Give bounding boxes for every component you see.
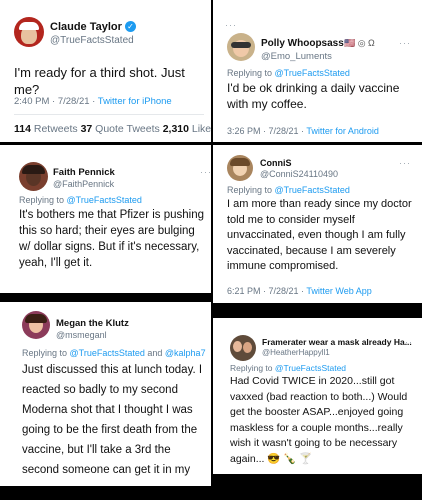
name-emoji-suffix: 🇺🇸 ◎ Ω [344,38,375,48]
replying-to-prefix: Replying to [227,185,275,195]
reply-mention[interactable]: @TrueFactsStated [275,363,346,373]
user-handle[interactable]: @TrueFactsStated [50,35,134,46]
tweet-timestamp[interactable]: 3:26 PM · 7/28/21 · Twitter for Android [227,126,379,136]
tweet-text: Just discussed this at lunch today. I re… [22,364,203,486]
tweet-timestamp[interactable]: 2:40 PM · 7/28/21 · Twitter for iPhone [14,96,172,107]
tweet-stats: 114 Retweets 37 Quote Tweets 2,310 Likes [14,123,211,135]
more-options-icon[interactable]: ··· [401,337,413,347]
verified-badge-icon: ✓ [125,21,136,32]
more-options-icon[interactable]: ··· [200,167,211,177]
user-handle[interactable]: @msmeganl [56,330,107,340]
tweet-text: Had Covid TWICE in 2020...still got vaxx… [230,375,408,465]
timestamp-text[interactable]: 3:26 PM · 7/28/21 · [227,126,306,136]
quote-count[interactable]: 37 [81,123,93,135]
avatar[interactable] [19,162,48,191]
more-options-icon[interactable]: ··· [399,38,411,48]
tweet-card-faith-pennick[interactable]: Faith Pennick ··· @FaithPennick Replying… [0,145,211,293]
reply-mention[interactable]: @TrueFactsStated [275,68,350,78]
tweet-card-framerater[interactable]: Framerater wear a mask already Ha... ···… [213,318,422,474]
replying-to: Replying to @TrueFactsStated [227,68,350,78]
user-handle[interactable]: @ConniS24110490 [260,169,338,179]
like-count[interactable]: 2,310 [163,123,189,135]
tweet-card-claude-taylor[interactable]: Claude Taylor ✓ @TrueFactsStated I'm rea… [0,0,211,142]
replying-to-prefix: Replying to [19,195,67,205]
reply-mention[interactable]: @TrueFactsStated [67,195,142,205]
timestamp-text[interactable]: 6:21 PM · 7/28/21 · [227,286,306,296]
display-name[interactable]: Claude Taylor [50,21,122,33]
display-name[interactable]: ConniS [260,158,292,168]
replying-to: Replying to @TrueFactsStated [19,195,142,205]
client-link[interactable]: Twitter for iPhone [98,96,172,107]
tweet-text: I am more than ready since my doctor tol… [227,198,412,272]
more-options-icon[interactable]: ··· [225,20,237,30]
tweet-text: It's bothers me that Pfizer is pushing t… [19,209,205,269]
avatar[interactable] [22,311,50,339]
avatar[interactable] [14,17,44,47]
display-name[interactable]: Polly Whoopsass [261,38,344,49]
like-label[interactable]: Likes [189,123,211,135]
user-handle[interactable]: @HeatherHappyll1 [262,348,330,357]
timestamp-text[interactable]: 2:40 PM · 7/28/21 · [14,96,98,107]
replying-to: Replying to @TrueFactsStated [230,363,346,373]
reply-mention[interactable]: @TrueFactsStated [70,348,145,358]
replying-to: Replying to @TrueFactsStated and @kalpha… [22,348,206,358]
retweet-label[interactable]: Retweets [31,123,81,135]
reply-mention-2[interactable]: @kalpha7 [165,348,206,358]
tweet-card-connis[interactable]: ConniS ··· @ConniS24110490 Replying to @… [213,145,422,303]
reply-mention[interactable]: @TrueFactsStated [275,185,350,195]
tweet-card-megan[interactable]: Megan the Klutz @msmeganl Replying to @T… [0,302,211,486]
divider [14,114,204,115]
avatar[interactable] [230,335,256,361]
user-handle[interactable]: @Emo_Luments [261,51,332,62]
tweet-text: I'm ready for a third shot. Just me? [14,65,185,97]
user-handle[interactable]: @FaithPennick [53,179,114,189]
tweet-text: I'd be ok drinking a daily vaccine with … [227,81,400,111]
replying-to-prefix: Replying to [230,363,275,373]
replying-to: Replying to @TrueFactsStated [227,185,350,195]
display-name[interactable]: Framerater wear a mask already Ha... [262,337,412,347]
tweet-timestamp[interactable]: 6:21 PM · 7/28/21 · Twitter Web App [227,286,372,296]
tweet-card-polly[interactable]: ··· Polly Whoopsass 🇺🇸 ◎ Ω ··· @Emo_Lume… [213,0,422,142]
display-name[interactable]: Megan the Klutz [56,318,129,329]
more-options-icon[interactable]: ··· [399,158,411,168]
avatar[interactable] [227,33,255,61]
replying-to-prefix: Replying to [227,68,275,78]
client-link[interactable]: Twitter for Android [306,126,379,136]
quote-label[interactable]: Quote Tweets [92,123,162,135]
display-name[interactable]: Faith Pennick [53,167,115,178]
reply-and: and [144,348,165,358]
avatar[interactable] [227,155,253,181]
client-link[interactable]: Twitter Web App [306,286,371,296]
replying-to-prefix: Replying to [22,348,70,358]
retweet-count[interactable]: 114 [14,123,31,135]
